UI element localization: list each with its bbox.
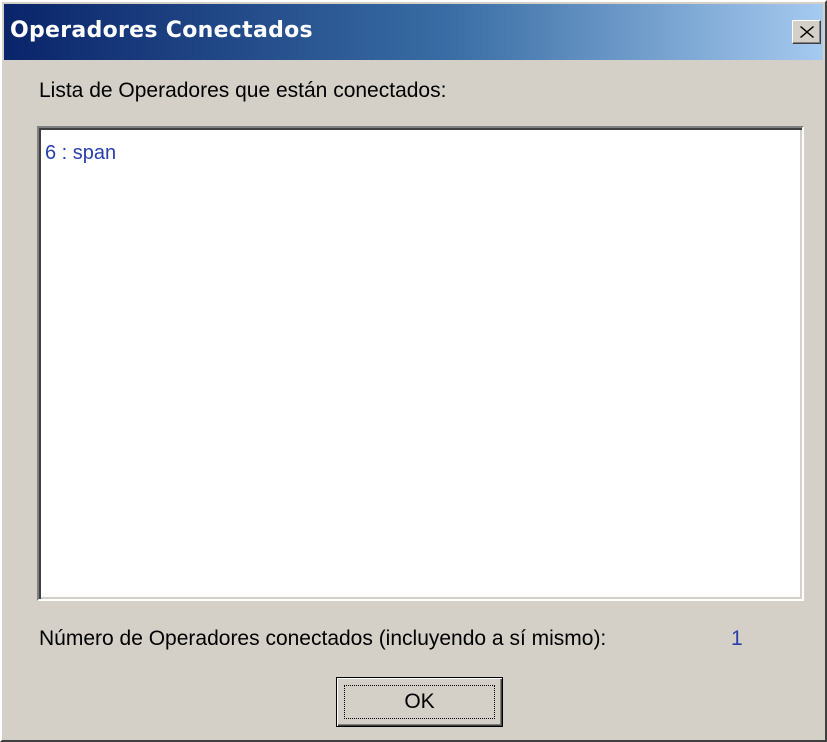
operator-count-label: Número de Operadores conectados (incluye… (39, 627, 607, 650)
ok-button-label: OK (404, 690, 435, 713)
operator-count-value: 1 (731, 627, 743, 650)
list-item[interactable]: 6 : span (45, 142, 116, 165)
close-icon (799, 26, 814, 38)
operators-list-label: Lista de Operadores que están conectados… (39, 79, 447, 102)
title-bar[interactable]: Operadores Conectados (4, 4, 823, 60)
operators-listbox[interactable]: 6 : span (37, 126, 804, 601)
window-title: Operadores Conectados (10, 18, 313, 43)
ok-button[interactable]: OK (336, 677, 503, 727)
dialog-window: Operadores Conectados Lista de Operadore… (0, 0, 827, 742)
close-button[interactable] (792, 20, 821, 44)
